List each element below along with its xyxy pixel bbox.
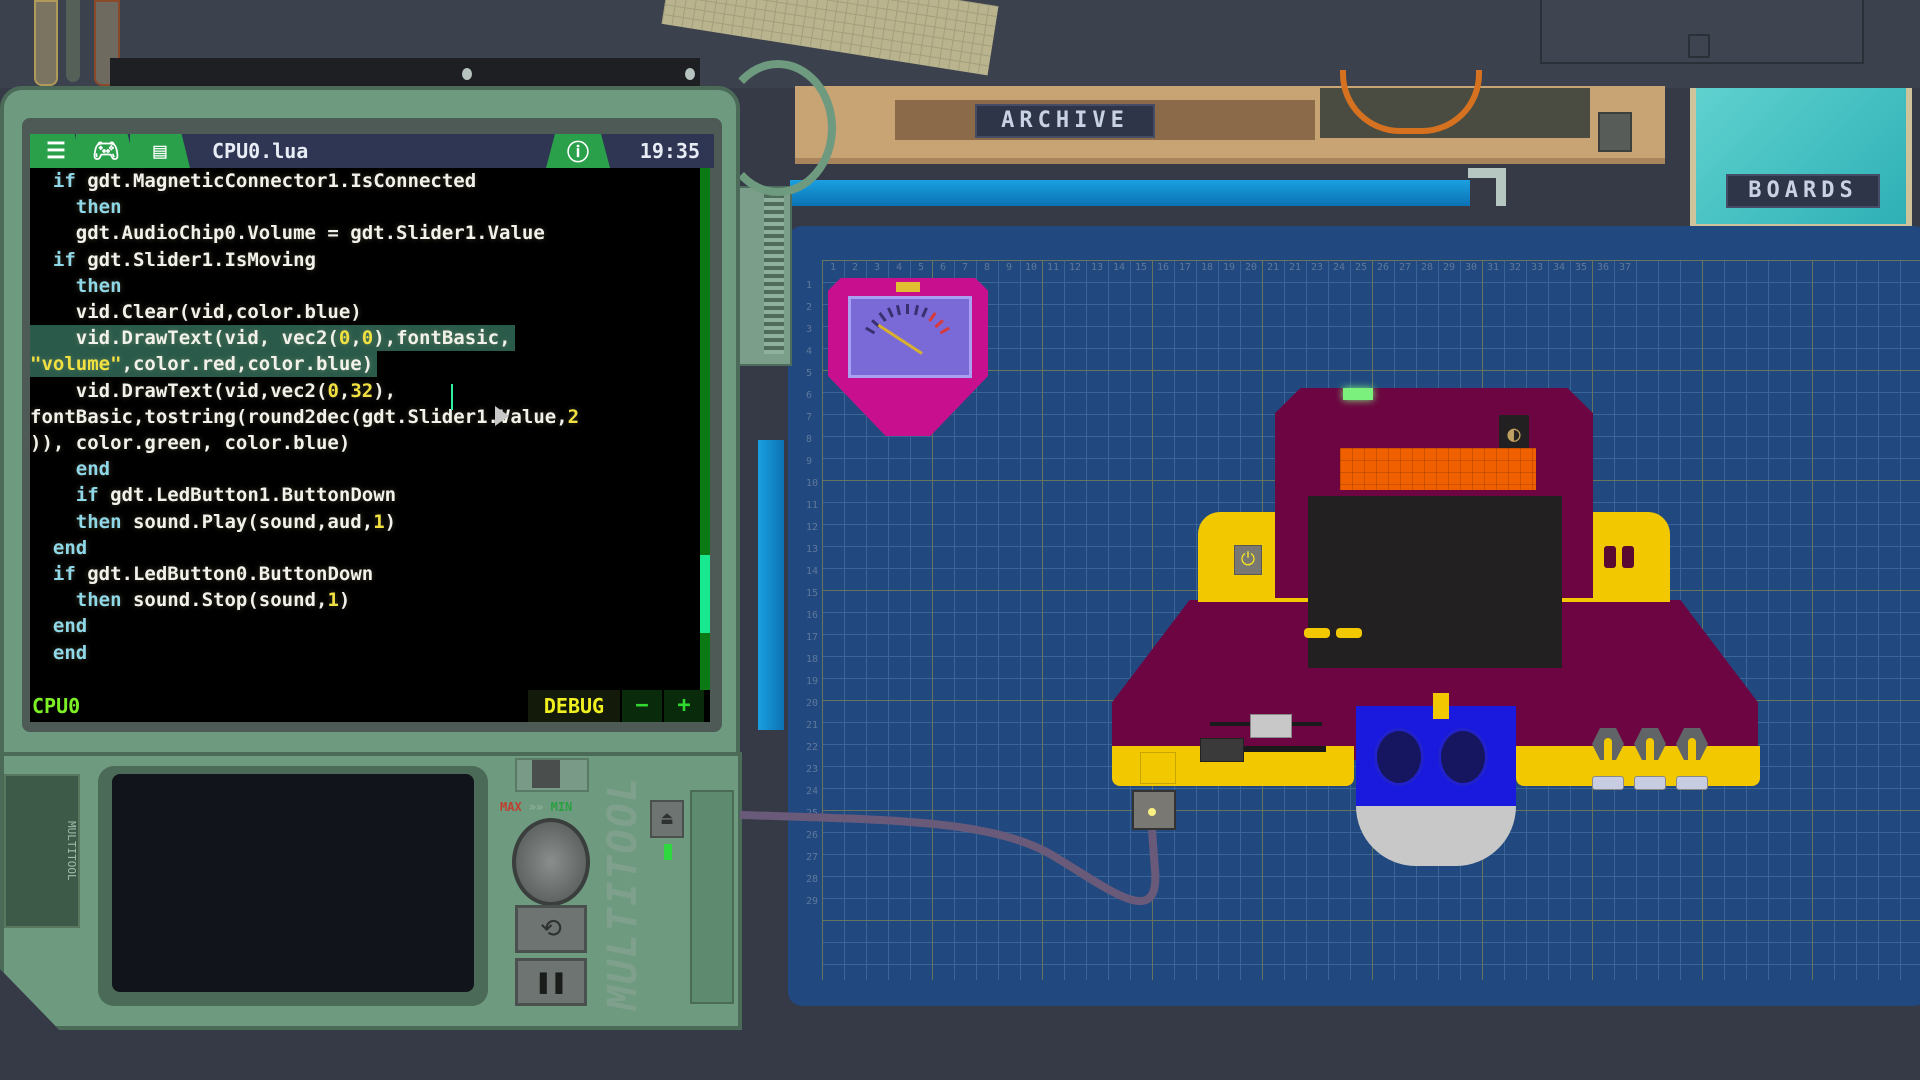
toggle-lever — [1646, 738, 1654, 762]
led-button-0[interactable] — [1604, 546, 1616, 568]
lcd-display — [1340, 448, 1536, 490]
meter-tick — [906, 304, 909, 314]
meter-led — [896, 282, 920, 292]
connector-led — [1148, 808, 1156, 816]
speaker-hole — [1438, 728, 1488, 786]
meter-face — [848, 296, 972, 378]
indicator-pill — [1336, 628, 1362, 638]
power-button[interactable]: ⏻ — [1234, 545, 1262, 575]
speaker-hole — [1374, 728, 1424, 786]
speaker-led — [1433, 693, 1449, 719]
indicator-pill — [1304, 628, 1330, 638]
push-button[interactable] — [1634, 776, 1666, 790]
push-button[interactable] — [1592, 776, 1624, 790]
slider1-handle[interactable] — [1200, 738, 1244, 762]
led-button-1[interactable] — [1622, 546, 1634, 568]
push-button[interactable] — [1676, 776, 1708, 790]
power-icon: ⏻ — [1240, 549, 1256, 570]
mouse-cursor — [495, 406, 509, 426]
toggle-lever — [1604, 738, 1612, 762]
video-screen — [1308, 496, 1562, 668]
toggle-lever — [1688, 738, 1696, 762]
slider-track — [1242, 746, 1326, 752]
vent-grill — [1140, 752, 1176, 784]
green-led — [1343, 388, 1373, 400]
slider-handle[interactable] — [1250, 714, 1292, 738]
cable — [739, 811, 1160, 906]
